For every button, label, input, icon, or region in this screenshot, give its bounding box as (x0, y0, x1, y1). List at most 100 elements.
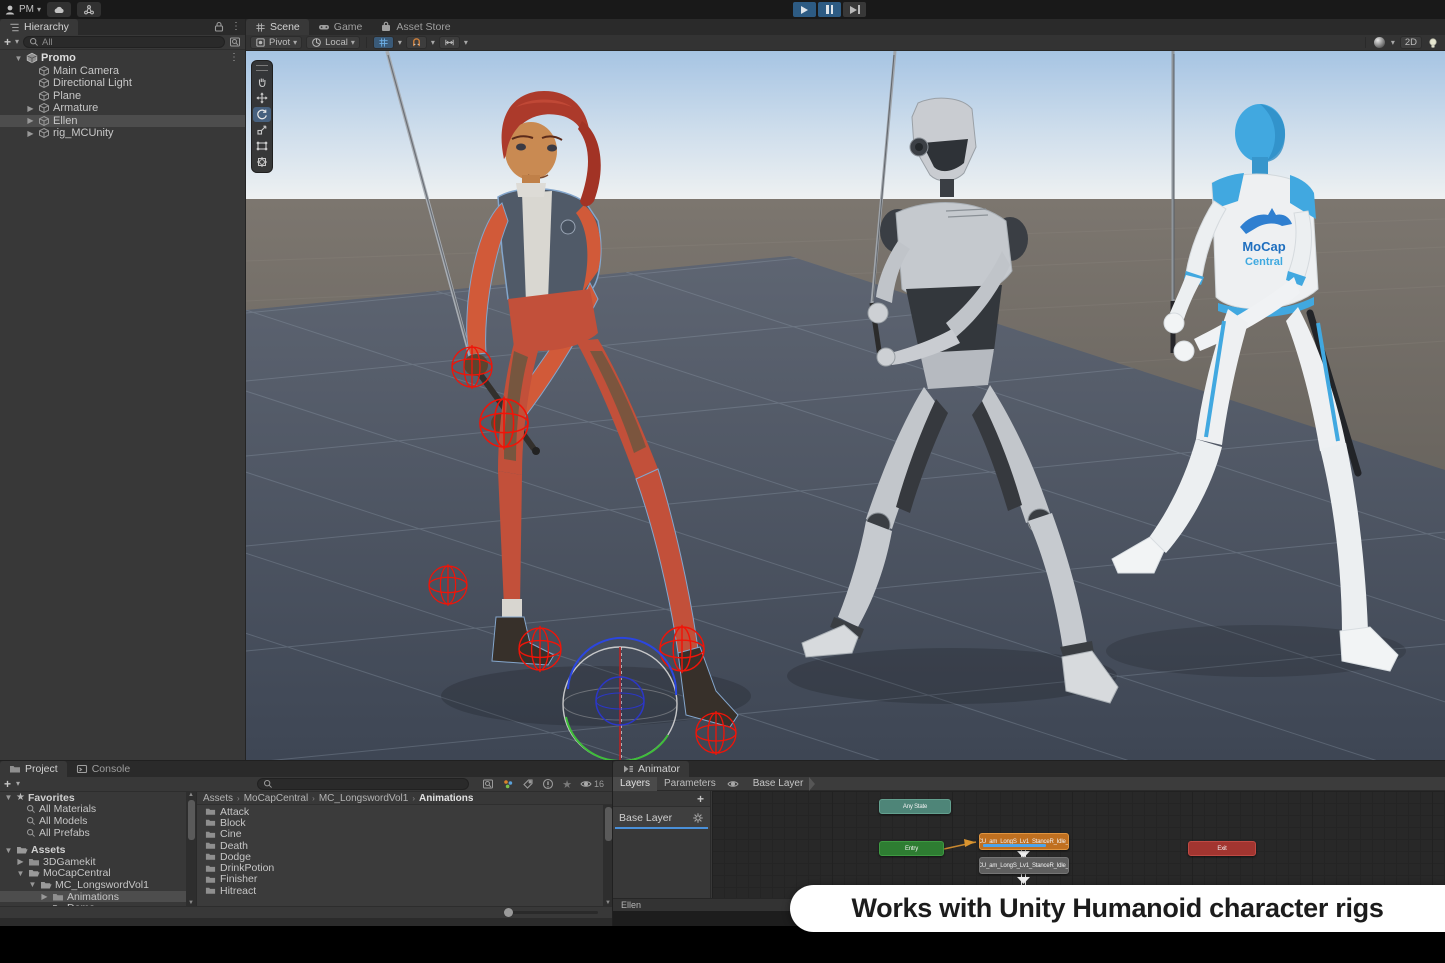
create-asset-button[interactable]: + (4, 778, 11, 790)
shading-dropdown-icon[interactable]: ▾ (1391, 39, 1395, 47)
add-layer-button[interactable]: + (697, 793, 704, 805)
folder-row[interactable]: Death (197, 840, 612, 851)
add-object-button[interactable]: + (4, 36, 11, 48)
hierarchy-item[interactable]: ▶ rig_MCUnity (0, 127, 245, 140)
lighting-toggle-icon[interactable] (1427, 37, 1439, 49)
folder-row[interactable]: Dodge (197, 851, 612, 862)
scene-render[interactable]: MoCap Central (246, 51, 1445, 760)
2d-toggle-button[interactable]: 2D (1400, 36, 1422, 49)
account-menu[interactable]: PM ▾ (4, 4, 41, 16)
shading-mode-icon[interactable] (1373, 36, 1386, 49)
favorites-item[interactable]: All Models (0, 815, 186, 827)
step-button[interactable] (843, 2, 866, 17)
foldout-open-icon[interactable]: ▼ (16, 869, 25, 878)
folder-row[interactable]: Block (197, 817, 612, 828)
breadcrumb-item[interactable]: MC_LongswordVol1 (319, 793, 409, 804)
tab-console[interactable]: Console (67, 761, 140, 777)
tab-project[interactable]: Project (0, 761, 67, 777)
node-any-state[interactable]: Any State (879, 799, 951, 814)
folder-row[interactable]: Attack (197, 806, 612, 817)
play-button[interactable] (793, 2, 816, 17)
favorites-root[interactable]: ▼ ★ Favorites (0, 792, 186, 804)
visibility-eye-icon[interactable] (580, 778, 592, 790)
foldout-closed-icon[interactable]: ▶ (26, 129, 35, 138)
tab-animator[interactable]: Animator (613, 761, 689, 777)
view-tool-button[interactable] (253, 75, 271, 90)
animator-breadcrumb[interactable]: Base Layer (753, 777, 816, 791)
rotate-tool-button[interactable] (253, 107, 271, 122)
grid-visibility-button[interactable] (373, 36, 394, 49)
node-state-active[interactable]: MCU_am_LongS_Lv1_StanceR_Idle_01 (979, 833, 1069, 850)
layer-item[interactable]: Base Layer (613, 807, 710, 829)
increment-snap-button[interactable] (439, 36, 460, 49)
tree-folder[interactable]: ▼ MoCapCentral (0, 868, 186, 880)
chevron-down-icon[interactable]: ▾ (15, 38, 19, 46)
move-tool-button[interactable] (253, 91, 271, 106)
rect-tool-button[interactable] (253, 139, 271, 154)
drag-handle[interactable] (256, 65, 268, 71)
node-state-next[interactable]: MCU_am_LongS_Lv1_StanceR_Idle_02 (979, 857, 1069, 874)
state-machine-graph[interactable]: Any State Entry MCU_am_LongS_Lv1_StanceR… (712, 791, 1445, 898)
assets-root[interactable]: ▼ Assets (0, 844, 186, 856)
snap-dropdown-icon[interactable]: ▾ (431, 39, 435, 47)
tab-layers[interactable]: Layers (613, 777, 657, 791)
favorites-star-icon[interactable]: ★ (562, 778, 572, 791)
tab-game[interactable]: Game (309, 19, 372, 35)
foldout-open-icon[interactable]: ▼ (4, 793, 13, 802)
tree-folder[interactable]: ▶ 3DGamekit (0, 856, 186, 868)
hierarchy-item[interactable]: Main Camera (0, 65, 245, 78)
favorites-item[interactable]: All Materials (0, 804, 186, 816)
cloud-services-button[interactable] (47, 2, 71, 17)
pivot-toggle-button[interactable]: Pivot▾ (250, 36, 302, 49)
foldout-closed-icon[interactable]: ▶ (16, 857, 25, 866)
scene-viewport[interactable]: MoCap Central (246, 51, 1445, 760)
foldout-closed-icon[interactable]: ▶ (26, 104, 35, 113)
foldout-open-icon[interactable]: ▼ (4, 846, 13, 855)
hierarchy-item-selected[interactable]: ▶ Ellen (0, 115, 245, 128)
grid-dropdown-icon[interactable]: ▾ (398, 39, 402, 47)
foldout-closed-icon[interactable]: ▶ (26, 116, 35, 125)
hierarchy-item[interactable]: Plane (0, 90, 245, 103)
tab-asset-store[interactable]: Asset Store (371, 19, 459, 35)
foldout-open-icon[interactable]: ▼ (14, 54, 23, 63)
increment-dropdown-icon[interactable]: ▾ (464, 39, 468, 47)
project-tree-scrollbar[interactable]: ▲ ▼ (186, 792, 196, 906)
folder-row[interactable]: Finisher (197, 874, 612, 885)
foldout-closed-icon[interactable]: ▶ (40, 892, 49, 901)
breadcrumb-item[interactable]: MoCapCentral (244, 793, 308, 804)
node-entry[interactable]: Entry (879, 841, 944, 856)
search-by-type-icon[interactable] (482, 778, 494, 790)
collab-button[interactable] (77, 2, 101, 17)
search-by-label-icon[interactable] (522, 778, 534, 790)
lock-icon[interactable] (213, 21, 225, 33)
tab-scene[interactable]: Scene (246, 19, 309, 35)
project-search-input[interactable] (257, 778, 469, 790)
foldout-open-icon[interactable]: ▼ (28, 880, 37, 889)
local-toggle-button[interactable]: Local▾ (306, 36, 360, 49)
thumbnail-zoom-slider[interactable] (506, 911, 598, 914)
node-exit[interactable]: Exit (1188, 841, 1256, 856)
scale-tool-button[interactable] (253, 123, 271, 138)
snap-button[interactable] (406, 36, 427, 49)
eye-icon[interactable] (727, 778, 739, 790)
hidden-packages-icon[interactable] (542, 778, 554, 790)
breadcrumb-item[interactable]: Assets (203, 793, 233, 804)
hierarchy-item-scene[interactable]: ▼ Promo ⋮ (0, 52, 245, 65)
search-window-icon[interactable] (229, 36, 241, 48)
tab-hierarchy[interactable]: Hierarchy (0, 19, 78, 35)
hierarchy-item[interactable]: ▶ Armature (0, 102, 245, 115)
folder-row[interactable]: DrinkPotion (197, 862, 612, 873)
pause-button[interactable] (818, 2, 841, 17)
breadcrumb-current[interactable]: Animations (419, 793, 473, 804)
scene-kebab-icon[interactable]: ⋮ (229, 53, 239, 63)
kebab-menu-icon[interactable]: ⋮ (231, 22, 241, 32)
tree-folder-selected[interactable]: ▶ Animations (0, 891, 186, 903)
chevron-down-icon[interactable]: ▾ (16, 780, 20, 788)
transform-tool-button[interactable] (253, 155, 271, 170)
folder-row[interactable]: Cine (197, 829, 612, 840)
hierarchy-item[interactable]: Directional Light (0, 77, 245, 90)
tab-parameters[interactable]: Parameters (657, 777, 723, 791)
folder-row[interactable]: Hitreact (197, 885, 612, 896)
gear-icon[interactable] (692, 812, 704, 824)
search-by-asset-icon[interactable] (502, 778, 514, 790)
